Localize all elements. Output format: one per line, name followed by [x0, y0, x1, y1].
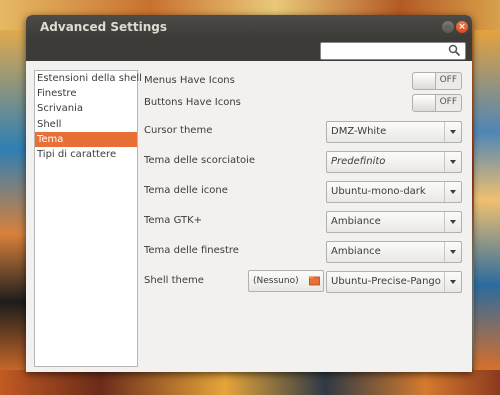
cursor-theme-row: Cursor theme DMZ-White	[144, 121, 466, 143]
minimize-icon[interactable]: –	[442, 21, 454, 33]
search-icon[interactable]	[448, 44, 461, 57]
icon-theme-label: Tema delle icone	[144, 185, 228, 196]
buttons-have-icons-switch[interactable]: OFF	[412, 94, 462, 112]
chevron-down-icon	[444, 152, 461, 172]
wallpaper-right	[474, 30, 500, 370]
shell-theme-file-label: (Nessuno)	[253, 276, 299, 286]
gtk-theme-select[interactable]: Ambiance	[326, 211, 462, 233]
switch-state: OFF	[439, 97, 457, 107]
switch-state: OFF	[439, 75, 457, 85]
gtk-theme-value: Ambiance	[331, 216, 381, 227]
toolbar	[26, 39, 472, 61]
menus-have-icons-switch[interactable]: OFF	[412, 72, 462, 90]
sidebar-item-shell-extensions[interactable]: Estensioni della shell	[35, 71, 142, 86]
sidebar-item-windows[interactable]: Finestre	[35, 86, 137, 101]
close-icon[interactable]: ×	[456, 21, 468, 33]
wallpaper-bottom	[0, 369, 500, 395]
window-theme-row: Tema delle finestre Ambiance	[144, 241, 466, 263]
buttons-have-icons-row: Buttons Have Icons OFF	[144, 93, 466, 113]
chevron-down-icon	[444, 272, 461, 292]
window-theme-select[interactable]: Ambiance	[326, 241, 462, 263]
chevron-down-icon	[444, 122, 461, 142]
window-title: Advanced Settings	[40, 20, 168, 34]
shell-theme-value: Ubuntu-Precise-Pangolin	[331, 276, 441, 287]
settings-panel: Menus Have Icons OFF Buttons Have Icons …	[144, 70, 466, 370]
sidebar: Estensioni della shell Finestre Scrivani…	[34, 70, 142, 367]
switch-knob	[413, 95, 436, 111]
shortcut-theme-row: Tema delle scorciatoie Predefinito	[144, 151, 466, 173]
folder-icon	[309, 276, 320, 286]
switch-knob	[413, 73, 436, 89]
shortcut-theme-label: Tema delle scorciatoie	[144, 155, 256, 166]
cursor-theme-select[interactable]: DMZ-White	[326, 121, 462, 143]
menus-have-icons-label: Menus Have Icons	[144, 75, 235, 86]
buttons-have-icons-label: Buttons Have Icons	[144, 97, 241, 108]
shortcut-theme-select[interactable]: Predefinito	[326, 151, 462, 173]
shell-theme-file-button[interactable]: (Nessuno)	[248, 270, 324, 292]
shell-theme-select[interactable]: Ubuntu-Precise-Pangolin	[326, 271, 462, 293]
sidebar-item-fonts[interactable]: Tipi di carattere	[35, 147, 137, 162]
icon-theme-select[interactable]: Ubuntu-mono-dark	[326, 181, 462, 203]
wallpaper-left	[0, 30, 26, 370]
advanced-settings-window: Advanced Settings – × Estensioni della s…	[26, 15, 472, 372]
titlebar[interactable]: Advanced Settings – ×	[26, 15, 472, 39]
window-theme-label: Tema delle finestre	[144, 245, 239, 256]
shortcut-theme-value: Predefinito	[331, 156, 386, 167]
cursor-theme-label: Cursor theme	[144, 125, 213, 136]
icon-theme-row: Tema delle icone Ubuntu-mono-dark	[144, 181, 466, 203]
sidebar-item-theme[interactable]: Tema	[35, 131, 137, 147]
search-input[interactable]	[320, 42, 466, 60]
gtk-theme-row: Tema GTK+ Ambiance	[144, 211, 466, 233]
shell-theme-row: Shell theme (Nessuno) Ubuntu-Precise-Pan…	[144, 270, 466, 293]
cursor-theme-value: DMZ-White	[331, 126, 387, 137]
gtk-theme-label: Tema GTK+	[144, 215, 203, 226]
icon-theme-value: Ubuntu-mono-dark	[331, 186, 426, 197]
sidebar-item-shell[interactable]: Shell	[35, 117, 137, 132]
menus-have-icons-row: Menus Have Icons OFF	[144, 71, 466, 91]
window-theme-value: Ambiance	[331, 246, 381, 257]
chevron-down-icon	[444, 242, 461, 262]
chevron-down-icon	[444, 182, 461, 202]
shell-theme-label: Shell theme	[144, 275, 204, 286]
chevron-down-icon	[444, 212, 461, 232]
sidebar-item-desktop[interactable]: Scrivania	[35, 101, 137, 116]
